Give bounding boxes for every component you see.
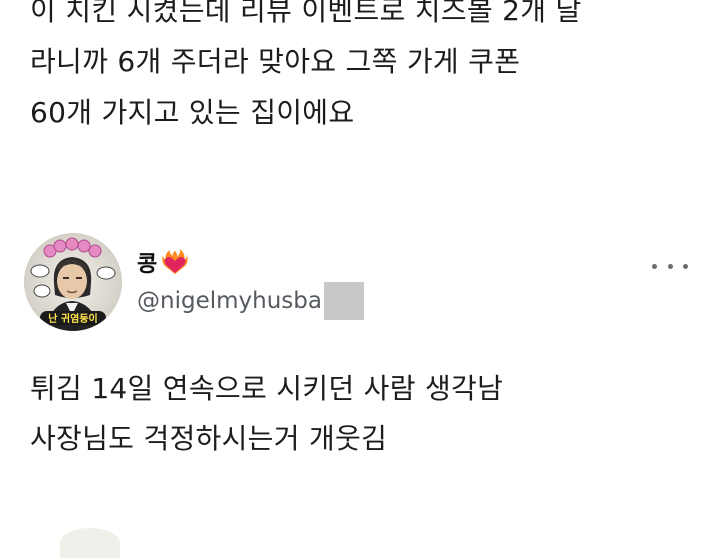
- user-handle[interactable]: @nigelmyhusba: [137, 282, 364, 320]
- tweet-text-line: 튀김 14일 연속으로 시키던 사람 생각남: [30, 372, 504, 405]
- user-handle-text: @nigelmyhusba: [137, 288, 322, 314]
- more-options-icon[interactable]: [652, 257, 688, 275]
- previous-tweet-text: 이 치킨 시켰는데 리뷰 이벤트로 치즈볼 2개 달 라니까 6개 주더라 맞아…: [30, 0, 710, 138]
- next-tweet-avatar[interactable]: [60, 528, 120, 558]
- previous-tweet-line: 이 치킨 시켰는데 리뷰 이벤트로 치즈볼 2개 달: [30, 0, 582, 27]
- previous-tweet-line: 60개 가지고 있는 집이에요: [30, 96, 355, 129]
- heart-on-fire-icon: [161, 248, 189, 276]
- svg-text:난 귀염둥이: 난 귀염둥이: [48, 312, 97, 325]
- previous-tweet-line: 라니까 6개 주더라 맞아요 그쪽 가게 쿠폰: [30, 45, 521, 78]
- display-name-text: 콩: [137, 252, 158, 277]
- avatar[interactable]: 난 귀염둥이: [24, 233, 122, 331]
- dot: [667, 263, 673, 269]
- dot: [652, 263, 657, 269]
- dot: [683, 263, 688, 269]
- avatar-image: 난 귀염둥이: [24, 233, 122, 331]
- tweet-text-line: 사장님도 걱정하시는거 개웃김: [30, 422, 388, 455]
- censor-box: [323, 282, 364, 320]
- tweet-text: 튀김 14일 연속으로 시키던 사람 생각남 사장님도 걱정하시는거 개웃김: [30, 364, 710, 464]
- display-name[interactable]: 콩: [137, 246, 189, 278]
